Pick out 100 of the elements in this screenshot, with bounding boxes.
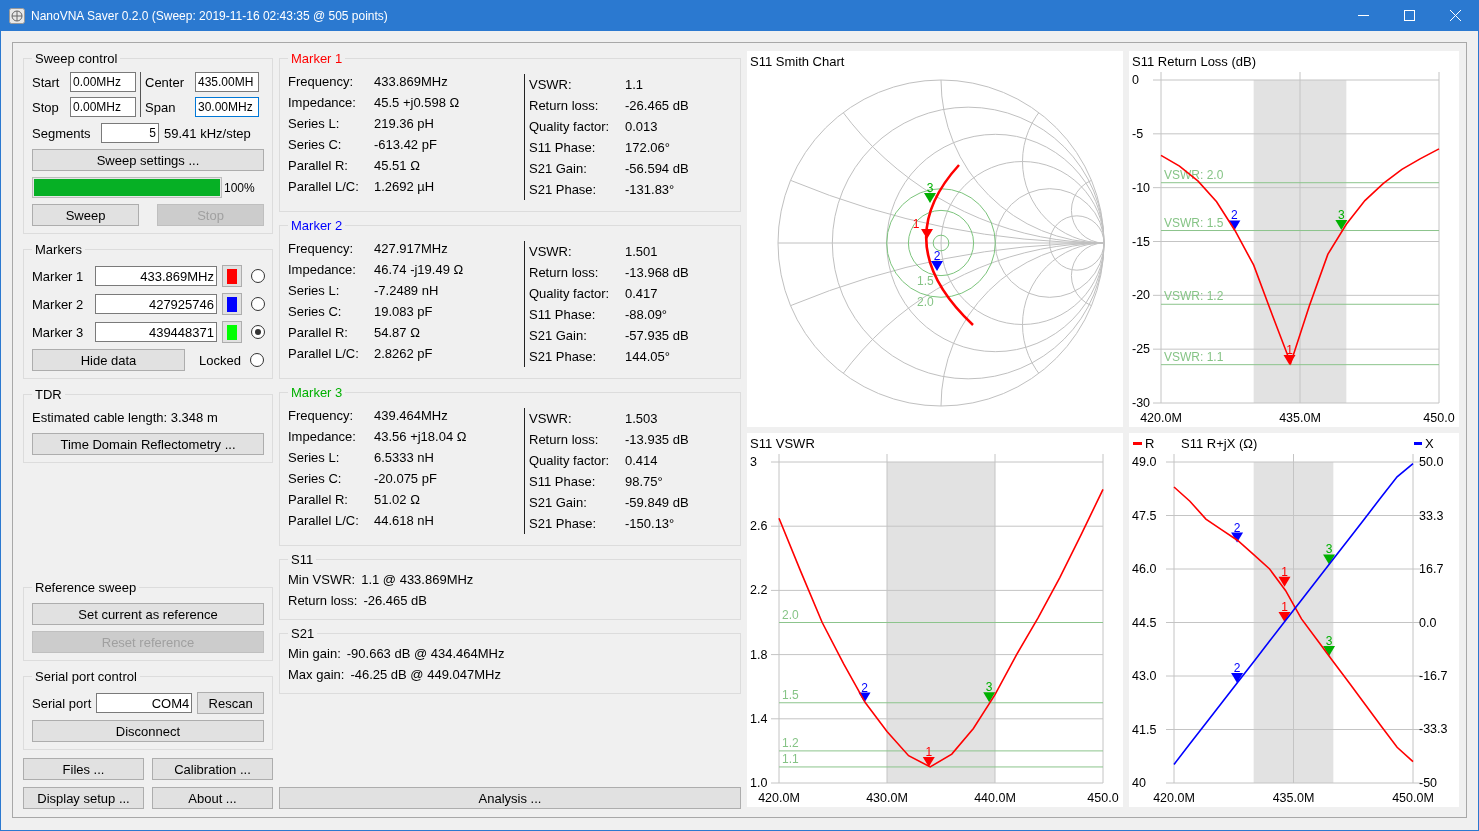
color-button[interactable] <box>222 321 242 343</box>
field-label: S11 Phase: <box>529 473 597 491</box>
reference-line-label: VSWR: 1.1 <box>1164 349 1224 364</box>
marker-label: Marker 2 <box>32 296 85 312</box>
chart-title: S11 R+jX (Ω) <box>1181 436 1258 451</box>
field-label: S21 Phase: <box>529 515 598 533</box>
sweep-button[interactable]: Sweep <box>32 204 139 226</box>
field-value: 45.51 Ω <box>374 157 421 175</box>
field-value: -150.13° <box>625 515 676 533</box>
field-value: -57.935 dB <box>625 327 689 345</box>
input-field[interactable]: 30.00MHz <box>195 97 259 117</box>
annotation: 1 <box>1281 564 1289 579</box>
field-label: Parallel R: <box>288 324 349 342</box>
menu-button[interactable]: Calibration ... <box>152 758 273 780</box>
annotation: 1 <box>925 744 933 759</box>
axis-tick-label: 41.5 <box>1132 722 1157 737</box>
step-text: 59.41 kHz/step <box>164 125 251 141</box>
menu-button[interactable]: Files ... <box>23 758 144 780</box>
menu-button[interactable]: Display setup ... <box>23 787 144 809</box>
field-value: 0.414 <box>625 452 659 470</box>
color-button[interactable] <box>222 293 242 315</box>
input-field[interactable]: 427925746 <box>95 294 217 314</box>
field-value: -7.2489 nH <box>374 282 440 300</box>
radio-button[interactable] <box>251 297 265 311</box>
field-label: S21 Gain: <box>529 160 588 178</box>
field-value: -88.09° <box>625 306 669 324</box>
reference-line-label: 2.0 <box>782 607 799 622</box>
field-value: -90.663 dB @ 434.464MHz <box>346 645 505 663</box>
radio-button[interactable] <box>251 325 265 339</box>
field-label: S21 Phase: <box>529 348 598 366</box>
field-value: 1.1 <box>625 76 645 94</box>
field-value: -20.075 pF <box>374 470 438 488</box>
marker-title: Marker 2 <box>290 218 344 233</box>
field-value: 439.464MHz <box>374 407 449 425</box>
field-label: S21 Gain: <box>529 327 588 345</box>
color-button[interactable] <box>222 265 242 287</box>
field-value: 46.74 -j19.49 Ω <box>374 261 465 279</box>
field-value: -56.594 dB <box>625 160 689 178</box>
axis-tick-label: 46.0 <box>1132 562 1157 576</box>
chart-title: S11 Return Loss (dB) <box>1132 54 1257 69</box>
marker-title: Marker 3 <box>290 385 344 400</box>
reference-button[interactable]: Set current as reference <box>32 603 264 625</box>
rescan-button[interactable]: Rescan <box>197 692 264 714</box>
axis-tick-label: 3 <box>750 455 757 469</box>
axis-tick-label: -20 <box>1132 288 1151 303</box>
annotation: 2 <box>1231 208 1239 223</box>
field-value: 54.87 Ω <box>374 324 421 342</box>
field-value: 51.02 Ω <box>374 491 421 509</box>
radio-button[interactable] <box>251 269 265 283</box>
field-label: Serial port <box>32 695 92 711</box>
field-label: VSWR: <box>529 243 573 261</box>
group-title: S21 <box>290 626 316 641</box>
sweep-settings-button[interactable]: Sweep settings ... <box>32 149 264 171</box>
field-label: Min VSWR: <box>288 571 356 589</box>
axis-tick-label: 50.0 <box>1419 455 1444 469</box>
input-field[interactable]: 0.00MHz <box>70 72 136 92</box>
axis-tick-label: -50 <box>1419 776 1438 790</box>
input-field[interactable]: COM4 <box>96 693 193 713</box>
field-label: Return loss: <box>288 592 358 610</box>
input-field[interactable]: 433.869MHz <box>95 266 217 286</box>
field-label: Parallel L/C: <box>288 512 360 530</box>
disconnect-button[interactable]: Disconnect <box>32 720 264 742</box>
radio-button[interactable] <box>250 353 264 367</box>
axis-tick-label: -5 <box>1132 126 1144 141</box>
input-field[interactable]: 439448371 <box>95 322 217 342</box>
annotation: 1 <box>1286 342 1294 357</box>
field-value: 427.917MHz <box>374 240 449 258</box>
axis-tick-label: 47.5 <box>1132 508 1157 523</box>
group-title: Reference sweep <box>34 580 138 595</box>
annotation: 3 <box>1325 634 1333 649</box>
hide-data-button[interactable]: Hide data <box>32 349 185 371</box>
window-title: NanoVNA Saver 0.2.0 (Sweep: 2019-11-16 02:43:35 @ 505 points) <box>31 8 388 23</box>
field-label: Series L: <box>288 115 341 133</box>
group-title: S11 <box>290 552 315 567</box>
field-value: 219.36 pH <box>374 115 435 133</box>
field-label: Parallel L/C: <box>288 178 360 196</box>
progress-text: 100% <box>224 180 255 195</box>
field-value: 98.75° <box>625 473 664 491</box>
field-value: 1.2692 µH <box>374 178 436 196</box>
annotation: 2 <box>1233 661 1241 676</box>
input-field[interactable]: 0.00MHz <box>70 97 136 117</box>
reference-line-label: VSWR: 1.2 <box>1164 289 1224 304</box>
axis-tick-label: 1.4 <box>750 711 768 726</box>
input-field[interactable]: 5 <box>101 123 159 143</box>
axis-tick-label: 44.5 <box>1132 615 1157 630</box>
app-icon <box>9 7 25 24</box>
menu-button[interactable]: About ... <box>152 787 273 809</box>
field-label: Impedance: <box>288 261 357 279</box>
axis-tick-label: -15 <box>1132 234 1151 249</box>
field-label: Frequency: <box>288 240 355 258</box>
field-value: -26.465 dB <box>625 97 689 115</box>
input-field[interactable]: 435.00MH <box>195 72 259 92</box>
analysis-button[interactable]: Analysis ... <box>279 787 741 809</box>
axis-tick-label: 420.0M <box>758 791 800 805</box>
field-label: Frequency: <box>288 73 355 91</box>
field-value: 45.5 +j0.598 Ω <box>374 94 461 112</box>
close-icon <box>1449 10 1461 21</box>
tdr-button[interactable]: Time Domain Reflectometry ... <box>32 433 264 455</box>
vswr-circle-label: 2.0 <box>917 295 934 310</box>
axis-tick-label: 420.0M <box>1140 411 1182 425</box>
